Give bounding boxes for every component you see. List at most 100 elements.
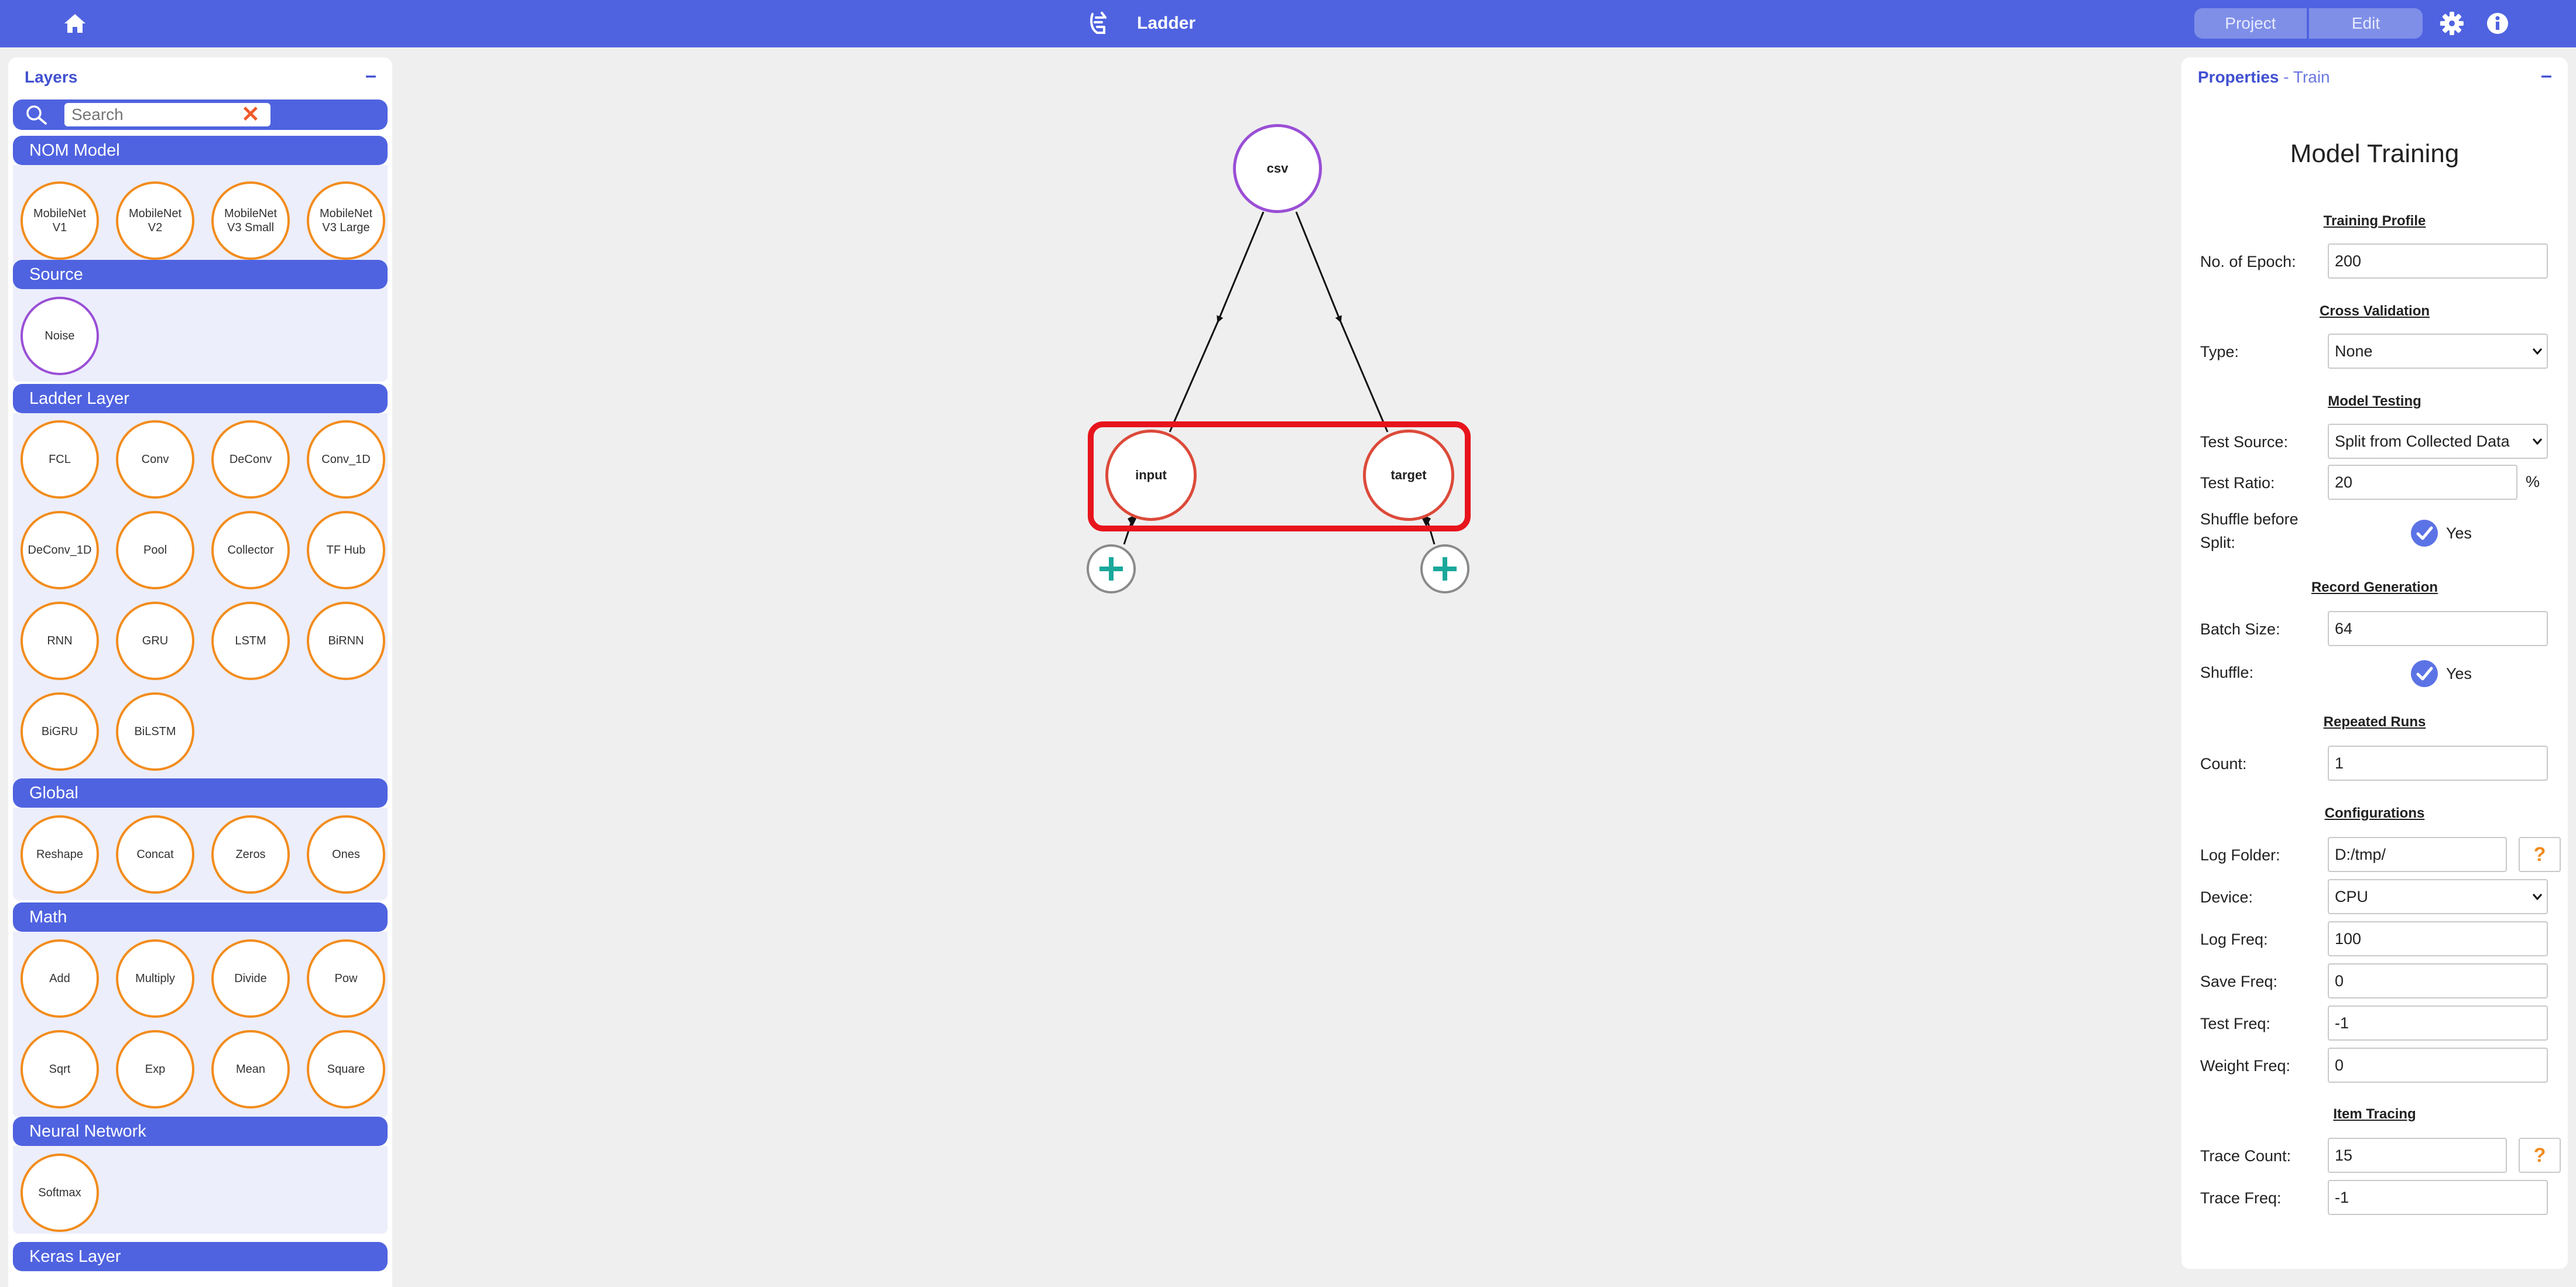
cv-type-value: None	[2335, 342, 2373, 360]
layer-conv-1d[interactable]: Conv_1D	[307, 420, 385, 499]
top-bar: Ladder Project Edit	[0, 0, 2576, 47]
log-folder-input[interactable]: D:/tmp/	[2328, 837, 2507, 872]
layer-exp[interactable]: Exp	[116, 1030, 194, 1108]
properties-collapse-button[interactable]: –	[2541, 64, 2552, 87]
batch-size-input[interactable]: 64	[2328, 611, 2548, 646]
test-ratio-input[interactable]: 20	[2328, 465, 2517, 500]
properties-title: Properties - Train	[2198, 68, 2330, 87]
layer-sqrt[interactable]: Sqrt	[20, 1030, 99, 1108]
gear-icon[interactable]	[2439, 11, 2465, 36]
layer-ones[interactable]: Ones	[307, 815, 385, 894]
layer-divide[interactable]: Divide	[211, 939, 290, 1018]
layer-bigru[interactable]: BiGRU	[20, 692, 99, 771]
shuffle-split-checkbox[interactable]	[2411, 520, 2438, 547]
clear-search-icon[interactable]: ✕	[241, 102, 260, 128]
add-node-button[interactable]	[1087, 544, 1136, 593]
layer-gru[interactable]: GRU	[116, 602, 194, 680]
layer-noise[interactable]: Noise	[20, 297, 99, 375]
test-source-select[interactable]: Split from Collected Data	[2328, 424, 2548, 459]
category-global-items: Reshape Concat Zeros Ones	[13, 808, 388, 900]
save-freq-input[interactable]: 0	[2328, 963, 2548, 998]
section-cross-validation: Cross Validation	[2319, 303, 2430, 319]
layer-search-input[interactable]	[64, 103, 270, 126]
category-source[interactable]: Source	[13, 260, 388, 289]
layer-birnn[interactable]: BiRNN	[307, 602, 385, 680]
info-icon[interactable]	[2486, 12, 2509, 35]
layer-reshape[interactable]: Reshape	[20, 815, 99, 894]
log-freq-input[interactable]: 100	[2328, 921, 2548, 956]
edge-csv-target	[1295, 211, 1389, 433]
batch-size-label: Batch Size:	[2200, 620, 2280, 638]
app-title: Ladder	[1137, 13, 1196, 33]
project-button[interactable]: Project	[2194, 8, 2307, 39]
graph-node-target[interactable]: target	[1363, 430, 1454, 521]
search-icon	[26, 105, 47, 125]
category-global[interactable]: Global	[13, 778, 388, 808]
layer-mobilenet-v3-large[interactable]: MobileNet V3 Large	[307, 181, 385, 260]
layer-zeros[interactable]: Zeros	[211, 815, 290, 894]
category-nom-model[interactable]: NOM Model	[13, 136, 388, 165]
layer-conv[interactable]: Conv	[116, 420, 194, 499]
graph-node-csv[interactable]: csv	[1233, 124, 1322, 213]
properties-panel: Properties - Train – Model Training Trai…	[2181, 57, 2568, 1269]
weight-freq-input[interactable]: 0	[2328, 1048, 2548, 1083]
device-value: CPU	[2335, 888, 2369, 905]
layer-concat[interactable]: Concat	[116, 815, 194, 894]
shuffle-checkbox[interactable]	[2411, 660, 2438, 687]
layer-softmax[interactable]: Softmax	[20, 1154, 99, 1232]
test-freq-input[interactable]: -1	[2328, 1005, 2548, 1041]
category-keras-layer[interactable]: Keras Layer	[13, 1242, 388, 1271]
category-math[interactable]: Math	[13, 902, 388, 932]
cv-type-select[interactable]: None	[2328, 334, 2548, 369]
layer-square[interactable]: Square	[307, 1030, 385, 1108]
device-select[interactable]: CPU	[2328, 879, 2548, 914]
shuffle-label: Shuffle:	[2200, 664, 2254, 681]
layer-add[interactable]: Add	[20, 939, 99, 1018]
trace-count-input[interactable]: 15	[2328, 1138, 2507, 1173]
test-ratio-label: Test Ratio:	[2200, 474, 2275, 492]
log-folder-help-button[interactable]: ?	[2519, 837, 2561, 872]
home-icon[interactable]	[63, 13, 87, 34]
layer-mean[interactable]: Mean	[211, 1030, 290, 1108]
layer-lstm[interactable]: LSTM	[211, 602, 290, 680]
plus-icon	[1433, 557, 1457, 581]
test-freq-label: Test Freq:	[2200, 1015, 2271, 1032]
layer-rnn[interactable]: RNN	[20, 602, 99, 680]
layer-bilstm[interactable]: BiLSTM	[116, 692, 194, 771]
save-freq-label: Save Freq:	[2200, 973, 2278, 990]
layer-collector[interactable]: Collector	[211, 511, 290, 589]
layer-mobilenet-v1[interactable]: MobileNet V1	[20, 181, 99, 260]
layers-collapse-button[interactable]: –	[365, 64, 376, 87]
chevron-down-icon	[2532, 348, 2543, 355]
layer-pow[interactable]: Pow	[307, 939, 385, 1018]
category-ladder-layer[interactable]: Ladder Layer	[13, 384, 388, 413]
section-record-generation: Record Generation	[2311, 579, 2438, 595]
check-icon	[2416, 526, 2433, 540]
category-neural-network[interactable]: Neural Network	[13, 1117, 388, 1146]
layer-mobilenet-v3-small[interactable]: MobileNet V3 Small	[211, 181, 290, 260]
layer-deconv-1d[interactable]: DeConv_1D	[20, 511, 99, 589]
count-label: Count:	[2200, 755, 2247, 773]
layer-deconv[interactable]: DeConv	[211, 420, 290, 499]
layer-tf-hub[interactable]: TF Hub	[307, 511, 385, 589]
count-input[interactable]: 1	[2328, 746, 2548, 781]
edit-button[interactable]: Edit	[2309, 8, 2423, 39]
ladder-logo-icon	[1090, 12, 1107, 34]
layer-search-bar: ✕	[13, 99, 388, 130]
trace-freq-label: Trace Freq:	[2200, 1189, 2282, 1207]
section-repeated-runs: Repeated Runs	[2323, 714, 2426, 730]
layer-pool[interactable]: Pool	[116, 511, 194, 589]
epoch-input[interactable]: 200	[2328, 243, 2548, 279]
epoch-label: No. of Epoch:	[2200, 253, 2296, 270]
trace-freq-input[interactable]: -1	[2328, 1180, 2548, 1215]
layer-mobilenet-v2[interactable]: MobileNet V2	[116, 181, 194, 260]
trace-count-help-button[interactable]: ?	[2519, 1138, 2561, 1173]
add-node-button[interactable]	[1420, 544, 1469, 593]
graph-node-input[interactable]: input	[1105, 430, 1197, 521]
section-model-testing: Model Testing	[2328, 393, 2421, 409]
category-source-items: Noise	[13, 289, 388, 382]
layer-multiply[interactable]: Multiply	[116, 939, 194, 1018]
device-label: Device:	[2200, 888, 2253, 906]
shuffle-split-text: Yes	[2446, 524, 2472, 542]
layer-fcl[interactable]: FCL	[20, 420, 99, 499]
